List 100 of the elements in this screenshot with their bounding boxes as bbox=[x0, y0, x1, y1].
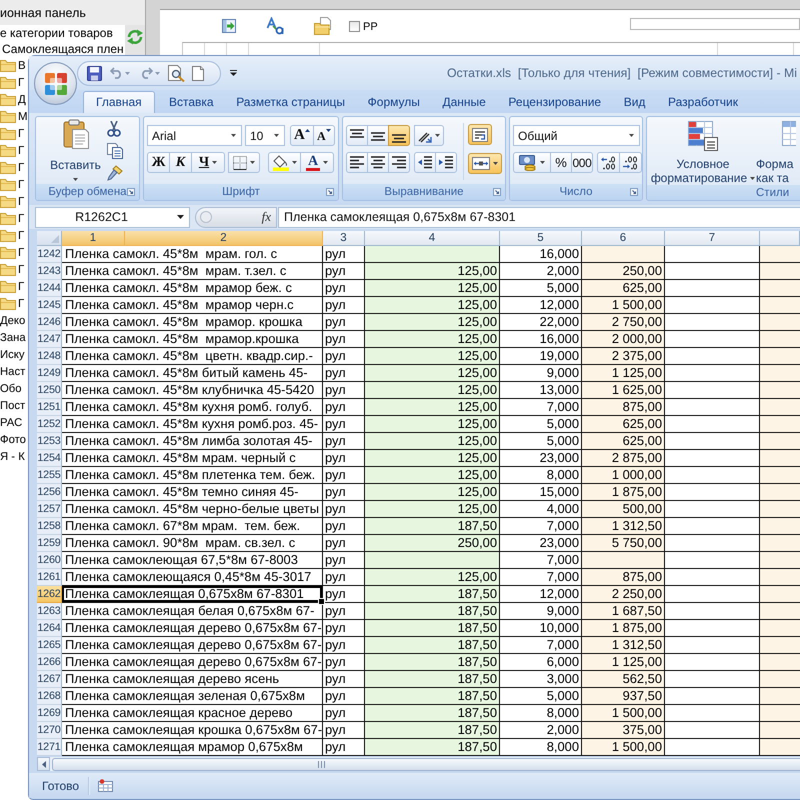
tree-item[interactable]: Зана bbox=[0, 332, 26, 344]
align-center-button[interactable] bbox=[367, 152, 389, 173]
underline-button[interactable]: Ч bbox=[191, 152, 225, 173]
align-right-button[interactable] bbox=[388, 152, 410, 173]
copy-icon[interactable] bbox=[107, 143, 123, 159]
tree-item[interactable]: РАС bbox=[0, 416, 22, 428]
paste-button[interactable]: Вставить bbox=[48, 119, 103, 184]
row-header[interactable]: 1242 bbox=[37, 246, 62, 263]
decrease-decimal-button[interactable] bbox=[619, 152, 642, 173]
tree-item[interactable]: Г bbox=[18, 178, 24, 190]
borders-button[interactable] bbox=[228, 152, 260, 173]
row-header[interactable]: 1247 bbox=[37, 331, 62, 348]
thousands-button[interactable]: 000 bbox=[571, 152, 593, 173]
row-header[interactable]: 1251 bbox=[37, 399, 62, 416]
brush-icon[interactable] bbox=[107, 165, 123, 181]
row-header[interactable]: 1259 bbox=[37, 535, 62, 552]
row-header[interactable]: 1254 bbox=[37, 450, 62, 467]
tree-item[interactable]: Г bbox=[18, 212, 24, 224]
column-header[interactable]: 1 bbox=[62, 231, 125, 246]
new-document-icon[interactable] bbox=[192, 66, 204, 80]
row-header[interactable]: 1264 bbox=[37, 620, 62, 637]
ribbon-tab[interactable]: Главная bbox=[83, 91, 155, 113]
fill-handle[interactable] bbox=[318, 598, 325, 605]
align-bottom-button[interactable] bbox=[388, 125, 410, 146]
dialog-launcher-icon[interactable] bbox=[326, 188, 334, 196]
decrease-indent-button[interactable] bbox=[414, 152, 436, 173]
tree-item[interactable]: Г bbox=[18, 280, 24, 292]
row-header[interactable]: 1271 bbox=[37, 739, 62, 756]
save-icon[interactable] bbox=[87, 66, 102, 80]
caret-icon[interactable] bbox=[177, 215, 184, 219]
row-header[interactable]: 1261 bbox=[37, 569, 62, 586]
row-header[interactable]: 1269 bbox=[37, 705, 62, 722]
tree-item[interactable]: Г bbox=[18, 298, 24, 310]
orientation-button[interactable] bbox=[414, 125, 444, 146]
print-preview-icon[interactable] bbox=[168, 64, 185, 82]
column-header[interactable]: 4 bbox=[365, 231, 500, 246]
tree-item[interactable]: Пост bbox=[0, 400, 26, 412]
name-box-field[interactable]: R1262C1 bbox=[35, 206, 190, 228]
font-color-button[interactable]: A bbox=[300, 152, 334, 173]
row-header[interactable]: 1250 bbox=[37, 382, 62, 399]
increase-indent-button[interactable] bbox=[435, 152, 457, 173]
ribbon-tab[interactable]: Разметка страницы bbox=[224, 91, 356, 113]
currency-button[interactable] bbox=[513, 152, 551, 173]
scrollbar-thumb[interactable] bbox=[52, 758, 800, 770]
tree-item[interactable]: Я - К bbox=[0, 450, 25, 462]
folder-document-icon[interactable] bbox=[314, 17, 332, 35]
number-format-field[interactable]: Общий bbox=[513, 125, 640, 146]
dialog-launcher-icon[interactable] bbox=[127, 188, 135, 196]
ribbon-tab[interactable]: Разработчик bbox=[656, 91, 750, 113]
row-header[interactable]: 1262 bbox=[37, 586, 62, 603]
percent-button[interactable]: % bbox=[550, 152, 572, 173]
column-header[interactable]: 5 bbox=[500, 231, 582, 246]
align-left-button[interactable] bbox=[346, 152, 368, 173]
row-header[interactable]: 1266 bbox=[37, 654, 62, 671]
ribbon-tab[interactable]: Вид bbox=[612, 91, 657, 113]
italic-button[interactable]: К bbox=[169, 152, 192, 173]
tree-item[interactable]: М bbox=[18, 110, 28, 122]
wrap-text-button[interactable] bbox=[468, 124, 492, 145]
macro-record-icon[interactable] bbox=[98, 779, 114, 792]
row-header[interactable]: 1270 bbox=[37, 722, 62, 739]
align-middle-button[interactable] bbox=[367, 125, 389, 146]
tree-item[interactable]: Деко bbox=[0, 314, 26, 326]
align-top-button[interactable] bbox=[346, 125, 368, 146]
tree-item[interactable]: Г bbox=[18, 246, 24, 258]
grow-font-button[interactable]: A bbox=[290, 125, 314, 146]
tree-item[interactable]: Г bbox=[18, 144, 24, 156]
column-header[interactable]: 2 bbox=[125, 231, 323, 246]
font-name-field[interactable]: Arial bbox=[147, 125, 242, 146]
row-header[interactable]: 1268 bbox=[37, 688, 62, 705]
row-header[interactable]: 1244 bbox=[37, 280, 62, 297]
tree-item[interactable]: Г bbox=[18, 76, 24, 88]
checkbox[interactable] bbox=[349, 20, 360, 32]
tree-item[interactable]: В bbox=[18, 60, 26, 72]
row-header[interactable]: 1243 bbox=[37, 263, 62, 280]
tree-item[interactable]: Иску bbox=[0, 348, 24, 360]
ribbon-tab[interactable]: Вставка bbox=[158, 91, 225, 113]
bold-button[interactable]: Ж bbox=[147, 152, 170, 173]
search-field[interactable] bbox=[630, 18, 800, 30]
dialog-launcher-icon[interactable] bbox=[493, 188, 501, 196]
ribbon-tab[interactable]: Рецензирование bbox=[497, 91, 612, 113]
row-header[interactable]: 1249 bbox=[37, 365, 62, 382]
row-header[interactable]: 1253 bbox=[37, 433, 62, 450]
row-header[interactable]: 1260 bbox=[37, 552, 62, 569]
row-header[interactable]: 1257 bbox=[37, 501, 62, 518]
dialog-launcher-icon[interactable] bbox=[630, 188, 638, 196]
customize-menu-icon[interactable] bbox=[230, 70, 237, 76]
tree-item[interactable]: Г bbox=[18, 230, 24, 242]
row-header[interactable]: 1267 bbox=[37, 671, 62, 688]
column-header[interactable]: 3 bbox=[323, 231, 365, 246]
format-table-button[interactable]: Форма как та bbox=[756, 121, 796, 185]
ribbon-tab[interactable]: Данные bbox=[431, 91, 498, 113]
increase-decimal-button[interactable] bbox=[597, 152, 620, 173]
tree-item[interactable]: Г bbox=[18, 128, 24, 140]
column-header[interactable]: 7 bbox=[665, 231, 760, 246]
fill-color-button[interactable] bbox=[268, 152, 301, 173]
row-header[interactable]: 1256 bbox=[37, 484, 62, 501]
merge-center-button[interactable] bbox=[468, 152, 502, 174]
tree-item[interactable]: Наст bbox=[0, 366, 26, 378]
conditional-formatting-button[interactable]: Условное форматирование bbox=[650, 121, 756, 185]
scissors-icon[interactable] bbox=[107, 121, 121, 137]
